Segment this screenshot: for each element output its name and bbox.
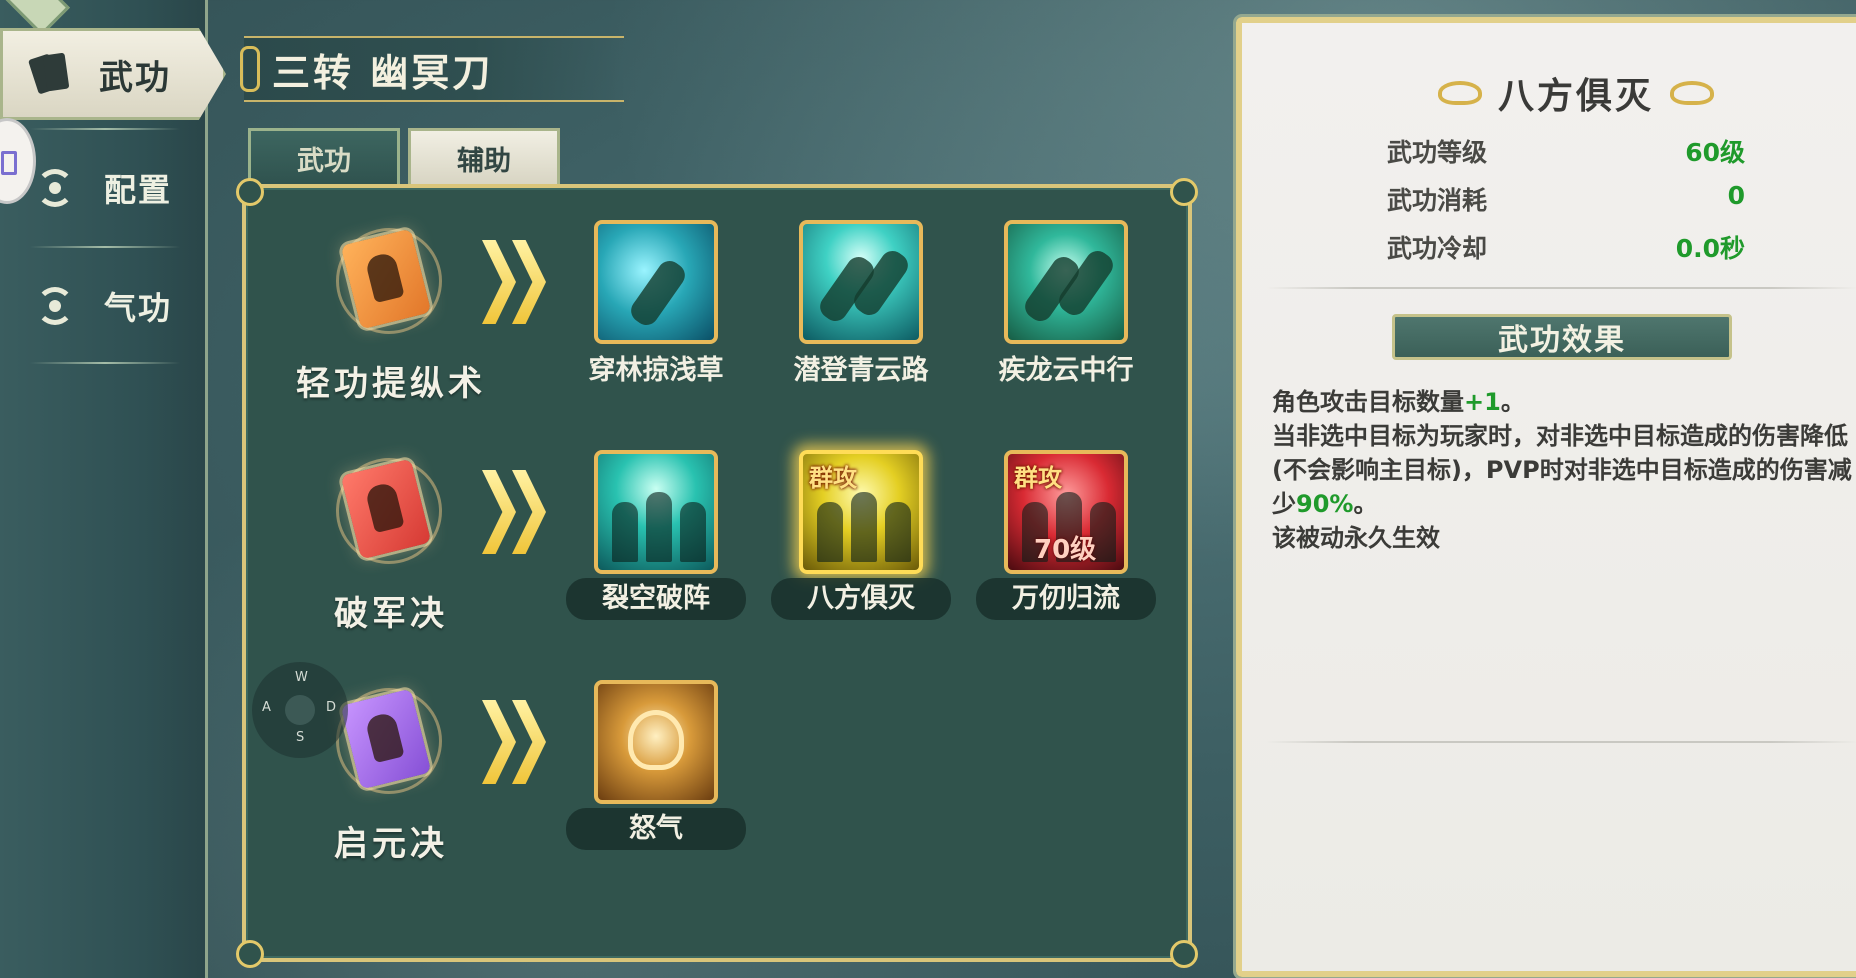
skill-level-requirement: 70级 (1034, 535, 1097, 565)
cloud-ornament-icon (1437, 81, 1482, 105)
skill-tree-panel: 轻功提纵术 穿林掠浅草 潜登青云路 疾龙云中行 破军决 裂空破阵 群攻 八方俱灭… (236, 178, 1198, 968)
key-d: D (326, 700, 337, 715)
tab-wugong[interactable]: 武功 (248, 128, 400, 186)
stat-key: 武功等级 (1387, 138, 1488, 167)
skill-name: 裂空破阵 (566, 578, 746, 620)
swirl-icon (36, 287, 74, 325)
corner-ornament (236, 178, 264, 206)
skill-badge: 群攻 (809, 464, 857, 492)
chevron-right-icon (482, 470, 552, 554)
skill-name: 潜登青云路 (793, 355, 929, 386)
skill-icon-3-1[interactable] (594, 680, 718, 804)
skill-badge: 群攻 (1014, 464, 1062, 492)
sidebar-item-label: 武功 (99, 57, 171, 98)
weapon-title: 三转 幽冥刀 (272, 50, 494, 95)
skill-name: 穿林掠浅草 (588, 355, 724, 386)
swirl-icon (36, 169, 74, 207)
corner-ornament (1170, 178, 1198, 206)
skill-icon-2-1[interactable] (594, 450, 718, 574)
skill-icon-1-3[interactable] (1004, 220, 1128, 344)
skill-name: 万仞归流 (976, 578, 1156, 620)
stat-value: 0 (1727, 181, 1745, 210)
corner-ornament (236, 940, 264, 968)
cards-icon (27, 52, 79, 95)
divider (1266, 287, 1856, 289)
row-name: 轻功提纵术 (296, 364, 486, 404)
info-title-row: 八方俱灭 (1426, 67, 1726, 119)
divider (30, 362, 180, 364)
skill-icon-2-2[interactable]: 群攻 (799, 450, 923, 574)
skill-icon-1-2[interactable] (799, 220, 923, 344)
divider (1266, 741, 1856, 743)
tab-fuzhu[interactable]: 辅助 (408, 128, 560, 186)
stat-key: 武功冷却 (1387, 234, 1488, 263)
skill-name: 八方俱灭 (771, 578, 951, 620)
cloud-ornament-icon (1670, 81, 1714, 105)
key-w: W (295, 670, 308, 685)
title-ornament-icon (240, 46, 260, 92)
sidebar-item-wugong[interactable]: 武功 (0, 28, 226, 120)
sidebar-item-label: 配置 (104, 171, 173, 209)
skill-book-orange[interactable] (336, 224, 446, 334)
desc-line: 该被动永久生效 (1272, 524, 1440, 552)
divider (30, 246, 180, 248)
stat-row: 武功冷却 0.0秒 (1387, 229, 1745, 265)
chevron-right-icon (482, 700, 552, 784)
sidebar-item-qigong[interactable]: 气功 (0, 266, 205, 346)
stat-row: 武功等级 60级 (1387, 133, 1745, 169)
skill-name: 疾龙云中行 (998, 355, 1134, 386)
divider (30, 128, 180, 130)
stat-value: 0.0秒 (1675, 234, 1745, 263)
wasd-joystick[interactable]: W A D S (252, 662, 348, 758)
info-title: 八方俱灭 (1497, 76, 1654, 117)
stat-row: 武功消耗 0 (1387, 181, 1745, 217)
skill-icon-1-1[interactable] (594, 220, 718, 344)
chevron-right-icon (482, 240, 552, 324)
effect-label: 武功效果 (1498, 323, 1626, 358)
skill-book-red[interactable] (336, 454, 446, 564)
skill-icon-2-3[interactable]: 群攻 70级 (1004, 450, 1128, 574)
dragon-icon (628, 710, 684, 770)
skill-info-panel: 八方俱灭 武功等级 60级 武功消耗 0 武功冷却 0.0秒 武功效果 角色攻击… (1233, 14, 1856, 978)
stat-value: 60级 (1685, 138, 1745, 167)
effect-banner: 武功效果 (1392, 314, 1732, 360)
corner-ornament (1170, 940, 1198, 968)
desc-line: 角色攻击目标数量+1。 (1272, 388, 1525, 416)
key-a: A (262, 700, 271, 715)
sidebar-item-label: 气功 (104, 289, 173, 327)
joystick-knob[interactable] (285, 695, 315, 725)
skill-book-purple[interactable] (336, 684, 446, 794)
weapon-title-bar: 三转 幽冥刀 (240, 36, 624, 102)
key-s: S (296, 730, 305, 745)
skill-name: 怒气 (566, 808, 746, 850)
row-name: 破军决 (334, 594, 448, 634)
row-name: 启元决 (334, 824, 448, 864)
stat-key: 武功消耗 (1387, 186, 1488, 215)
desc-line: 当非选中目标为玩家时，对非选中目标造成的伤害降低(不会影响主目标)，PVP时对非… (1272, 422, 1852, 518)
effect-description: 角色攻击目标数量+1。 当非选中目标为玩家时，对非选中目标造成的伤害降低(不会影… (1272, 385, 1856, 555)
